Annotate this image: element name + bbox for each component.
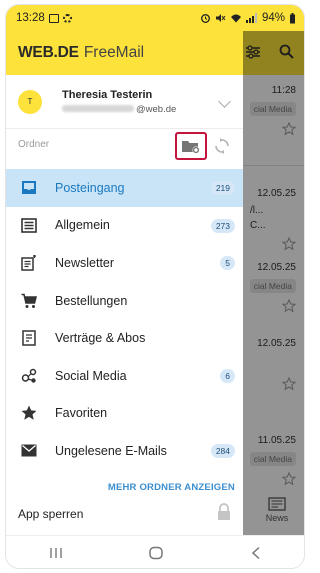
account-switcher[interactable]: T Theresia Testerin @web.de (6, 75, 243, 129)
account-email: @web.de (62, 104, 176, 115)
recent-apps-icon (50, 548, 62, 558)
avatar: T (18, 89, 42, 114)
folder-section-label: Ordner (18, 139, 50, 150)
folder-label: Verträge & Abos (55, 331, 146, 346)
navigation-drawer: WEB.DE FreeMail T Theresia Testerin @web… (6, 31, 243, 535)
folder-item-social-media[interactable]: Social Media 6 (6, 357, 243, 395)
drawer-header: WEB.DE FreeMail (6, 31, 243, 75)
settings-notification-icon (62, 13, 72, 23)
unread-count-badge: 273 (210, 218, 235, 233)
back-icon (251, 546, 260, 560)
more-folders-link[interactable]: MEHR ORDNER ANZEIGEN (108, 482, 235, 493)
home-button[interactable] (146, 543, 166, 563)
cart-icon (21, 293, 37, 308)
unread-count-badge: 284 (210, 444, 235, 459)
folder-label: Ungelesene E-Mails (55, 443, 167, 458)
mail-icon (21, 444, 37, 457)
app-lock-item[interactable]: App sperren (18, 507, 83, 521)
lock-icon (218, 503, 230, 520)
folder-item-allgemein[interactable]: Allgemein 273 (6, 207, 243, 245)
wifi-icon (230, 14, 241, 23)
folder-item-bestellungen[interactable]: Bestellungen (6, 282, 243, 320)
account-email-domain: @web.de (136, 103, 177, 115)
status-time: 13:28 (16, 12, 45, 24)
folder-section-header: Ordner (6, 129, 243, 169)
folder-label: Favoriten (55, 406, 108, 421)
signal-icon (245, 13, 257, 23)
folder-list: Posteingang 219 Allgemein 273 Newsletter… (6, 169, 243, 470)
battery-percent: 94% (261, 12, 285, 24)
folder-item-ungelesene[interactable]: Ungelesene E-Mails 284 (6, 432, 243, 470)
list-icon (21, 218, 37, 233)
status-bar: 13:28 94% (6, 5, 304, 31)
folder-label: Social Media (55, 368, 127, 383)
back-button[interactable] (246, 543, 266, 563)
battery-icon (290, 12, 295, 23)
phone-screen: 13:28 94% 11:28 cial Media 12.05.25 /l..… (5, 4, 305, 569)
contract-icon (22, 330, 36, 346)
redacted-email-local-part (62, 105, 134, 113)
chevron-down-icon[interactable] (218, 95, 231, 108)
folder-label: Allgemein (55, 218, 110, 233)
home-icon (149, 546, 163, 560)
inbox-icon (22, 181, 36, 195)
unread-count-badge: 219 (210, 181, 235, 195)
folder-item-favoriten[interactable]: Favoriten (6, 395, 243, 433)
folder-label: Posteingang (55, 180, 125, 195)
folder-item-posteingang[interactable]: Posteingang 219 (6, 169, 243, 207)
recent-apps-button[interactable] (46, 543, 66, 563)
folder-item-newsletter[interactable]: Newsletter 5 (6, 244, 243, 282)
product-name: FreeMail (83, 44, 145, 61)
star-icon (21, 405, 37, 421)
social-icon (21, 368, 36, 383)
mute-icon (215, 14, 226, 22)
folder-item-vertraege-abos[interactable]: Verträge & Abos (6, 319, 243, 357)
sync-icon[interactable] (214, 138, 230, 154)
newsletter-icon (21, 254, 36, 271)
gallery-notification-icon (48, 13, 59, 23)
brand-logo: WEB.DE (18, 44, 79, 61)
unread-count-badge: 5 (220, 256, 235, 271)
folder-settings-icon (182, 141, 200, 154)
folder-settings-button[interactable] (175, 132, 207, 160)
account-name: Theresia Testerin (62, 88, 153, 101)
unread-count-badge: 6 (220, 368, 235, 383)
alarm-icon (201, 14, 210, 23)
folder-label: Bestellungen (55, 293, 128, 308)
system-nav-bar (6, 535, 304, 568)
folder-label: Newsletter (55, 255, 115, 270)
